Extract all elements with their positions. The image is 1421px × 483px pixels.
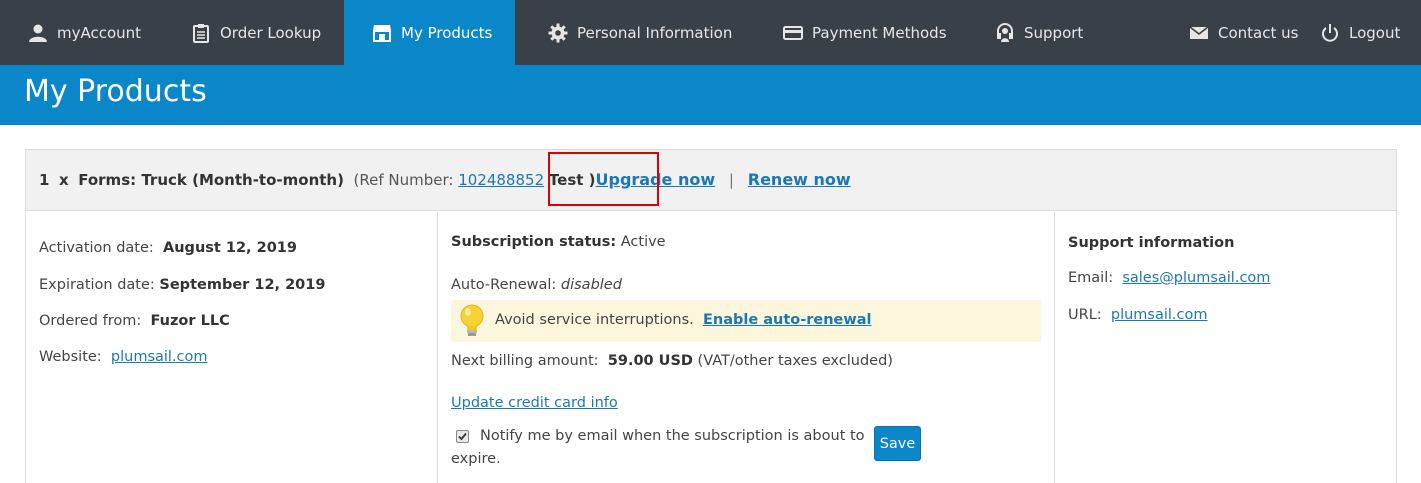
nav-label: myAccount — [57, 23, 142, 42]
url-label: URL: — [1068, 307, 1102, 323]
product-times: x — [58, 171, 69, 189]
store-icon — [372, 23, 392, 43]
product-panel: 1 x Forms: Truck (Month-to-month) (Ref N… — [25, 149, 1397, 483]
support-column: Support information Email: sales@plumsai… — [1055, 212, 1396, 483]
clipboard-icon — [191, 23, 211, 43]
expiration-date-row: Expiration date: September 12, 2019 — [39, 277, 325, 293]
product-header: 1 x Forms: Truck (Month-to-month) (Ref N… — [26, 150, 1396, 211]
nav-item-order-lookup[interactable]: Order Lookup — [191, 0, 321, 65]
billing-value: 59.00 USD — [607, 353, 693, 369]
nav-item-support[interactable]: Support — [995, 0, 1083, 65]
notify-checkbox[interactable] — [456, 430, 469, 443]
autorenew-value: disabled — [560, 277, 622, 293]
support-heading: Support information — [1068, 235, 1235, 251]
product-summary: 1 x Forms: Truck (Month-to-month) (Ref N… — [39, 170, 851, 189]
activation-date-row: Activation date: August 12, 2019 — [39, 240, 297, 256]
website-row: Website: plumsail.com — [39, 349, 208, 365]
user-icon — [28, 23, 48, 43]
activation-value: August 12, 2019 — [163, 240, 297, 256]
gear-icon — [548, 23, 568, 43]
nav-label: Personal Information — [577, 23, 733, 42]
nav-item-payment-methods[interactable]: Payment Methods — [783, 0, 947, 65]
activation-label: Activation date: — [39, 240, 154, 256]
nav-item-personal-information[interactable]: Personal Information — [548, 0, 732, 65]
nav-label: Logout — [1349, 23, 1401, 42]
nav-item-contact-us[interactable]: Contact us — [1189, 0, 1298, 65]
support-email-row: Email: sales@plumsail.com — [1068, 270, 1270, 286]
subscription-column: Subscription status: Active Auto-Renewal… — [438, 212, 1055, 483]
ref-number-link[interactable]: 102488852 — [458, 171, 544, 189]
page-title-bar: My Products — [0, 65, 1421, 125]
ref-prefix: (Ref Number: — [353, 171, 454, 189]
envelope-icon — [1189, 23, 1209, 43]
notify-text: Notify me by email when the subscription… — [451, 428, 865, 467]
link-separator: | — [728, 171, 734, 189]
nav-item-my-products[interactable]: My Products — [344, 0, 515, 65]
billing-label: Next billing amount: — [451, 353, 599, 369]
auto-renewal-row: Auto-Renewal: disabled — [451, 277, 622, 293]
upgrade-highlight-box — [548, 152, 659, 206]
website-link[interactable]: plumsail.com — [111, 349, 208, 365]
status-label: Subscription status: — [451, 234, 617, 250]
support-heading-row: Support information — [1068, 235, 1234, 251]
nav-label: Support — [1024, 23, 1084, 42]
expiration-value: September 12, 2019 — [159, 277, 326, 293]
status-value: Active — [620, 234, 666, 250]
product-details-column: Activation date: August 12, 2019 Expirat… — [26, 212, 438, 483]
nav-label: Payment Methods — [812, 23, 947, 42]
billing-note: (VAT/other taxes excluded) — [697, 353, 893, 369]
product-quantity: 1 — [39, 171, 50, 189]
headset-icon — [995, 22, 1015, 43]
update-credit-card-link[interactable]: Update credit card info — [451, 395, 618, 411]
page-title: My Products — [24, 74, 207, 109]
credit-card-icon — [783, 23, 803, 43]
website-label: Website: — [39, 349, 102, 365]
notice-text: Avoid service interruptions. — [495, 312, 694, 328]
nav-item-myaccount[interactable]: myAccount — [28, 0, 141, 65]
lightbulb-icon — [457, 303, 487, 339]
enable-auto-renewal-link[interactable]: Enable auto-renewal — [703, 312, 872, 328]
nav-item-logout[interactable]: Logout — [1320, 0, 1400, 65]
product-name: Forms: Truck (Month-to-month) — [78, 171, 344, 189]
ordered-label: Ordered from: — [39, 313, 142, 329]
support-url-link[interactable]: plumsail.com — [1111, 307, 1208, 323]
top-navigation: myAccount Order Lookup My Products Perso… — [0, 0, 1421, 65]
auto-renewal-notice: Avoid service interruptions. Enable auto… — [451, 300, 1041, 342]
update-card-row: Update credit card info — [451, 395, 618, 411]
ordered-value: Fuzor LLC — [150, 313, 230, 329]
email-label: Email: — [1068, 270, 1114, 286]
ordered-from-row: Ordered from: Fuzor LLC — [39, 313, 230, 329]
next-billing-row: Next billing amount: 59.00 USD (VAT/othe… — [451, 353, 893, 369]
power-icon — [1320, 23, 1340, 43]
expiration-label: Expiration date: — [39, 277, 155, 293]
nav-label: Contact us — [1218, 23, 1299, 42]
autorenew-label: Auto-Renewal: — [451, 277, 557, 293]
save-button[interactable]: Save — [874, 426, 921, 461]
nav-label: My Products — [401, 23, 493, 42]
support-url-row: URL: plumsail.com — [1068, 307, 1208, 323]
renew-now-link[interactable]: Renew now — [748, 170, 851, 189]
checkmark-icon — [458, 432, 467, 441]
subscription-status-row: Subscription status: Active — [451, 234, 666, 250]
support-email-link[interactable]: sales@plumsail.com — [1122, 270, 1270, 286]
nav-label: Order Lookup — [220, 23, 322, 42]
notice-text-row: Avoid service interruptions. Enable auto… — [495, 312, 872, 328]
